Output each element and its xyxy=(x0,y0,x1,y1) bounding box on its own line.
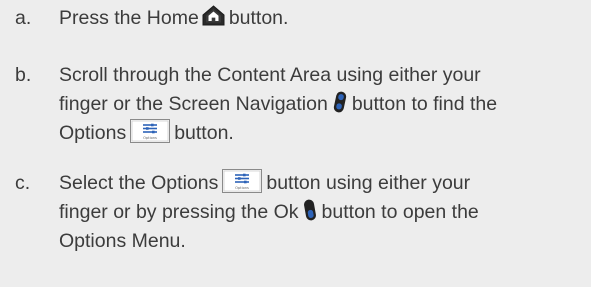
step-letter: a. xyxy=(15,7,32,29)
home-icon xyxy=(202,5,225,26)
step-text: button to find the xyxy=(351,93,498,115)
step-text: Select the Options xyxy=(59,172,219,194)
options-icon-caption: Options xyxy=(235,186,249,190)
step-text: button to open the xyxy=(321,201,479,223)
step-text: button. xyxy=(174,122,234,144)
instruction-list: a. Press the Home button. b. Scroll throu… xyxy=(0,0,591,287)
step-line: Options Options button. xyxy=(59,118,587,148)
options-icon: Options xyxy=(222,168,263,193)
step-line: Press the Home button. xyxy=(59,4,587,33)
step-body: Select the Options Options button using ei… xyxy=(59,168,587,256)
screen-navigation-icon xyxy=(333,91,347,113)
step-letter: c. xyxy=(15,172,31,194)
options-icon-caption: Options xyxy=(143,136,157,140)
ok-icon xyxy=(303,199,317,221)
step-body: Scroll through the Content Area using ei… xyxy=(59,61,587,148)
step-text: Press the Home xyxy=(59,7,199,29)
step-line: Select the Options Options button using ei… xyxy=(59,168,587,198)
options-icon: Options xyxy=(130,118,171,143)
step-text: finger or the Screen Navigation xyxy=(59,93,328,115)
step-text: button. xyxy=(228,7,289,29)
step-text: finger or by pressing the Ok xyxy=(59,201,299,223)
step-text: Options xyxy=(59,122,127,144)
step-line: Options Menu. xyxy=(59,230,186,252)
step-line: finger or the Screen Navigation button to… xyxy=(59,90,587,119)
step-letter: b. xyxy=(15,64,32,86)
step-line: Scroll through the Content Area using ei… xyxy=(59,64,481,86)
step-line: finger or by pressing the Ok button to op… xyxy=(59,198,587,227)
step-text: button using either your xyxy=(266,172,471,194)
step-body: Press the Home button. xyxy=(59,4,587,33)
